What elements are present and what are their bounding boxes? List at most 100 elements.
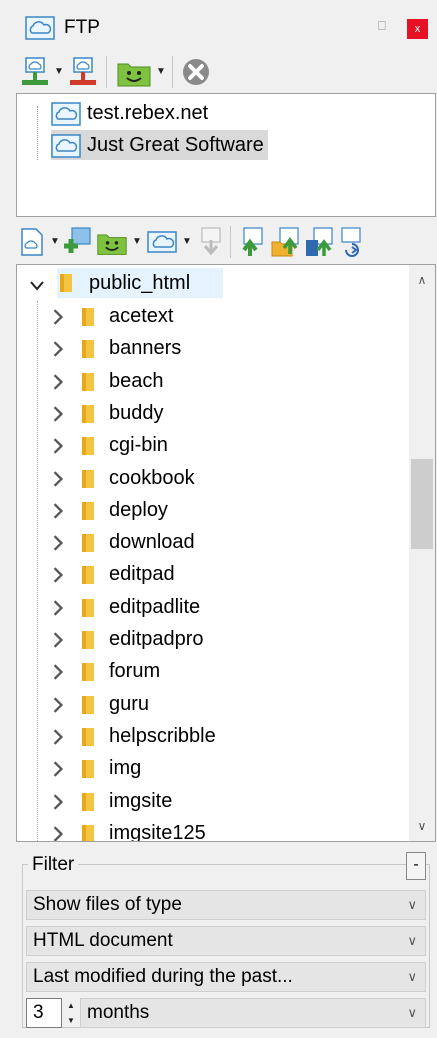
tree-folder-row[interactable]: banners xyxy=(17,333,407,365)
cloud-dropdown-arrow[interactable]: ▼ xyxy=(182,236,192,247)
smiley-icon[interactable] xyxy=(96,226,128,258)
tree-folder-label: imgsite xyxy=(109,789,173,812)
chevron-down-icon: ∨ xyxy=(407,969,417,984)
date-mode-value: Last modified during the past... xyxy=(33,966,293,987)
sync-icon[interactable] xyxy=(338,226,364,258)
disconnect-icon[interactable] xyxy=(68,56,98,88)
download-icon[interactable] xyxy=(198,226,224,258)
tree-folder-row[interactable]: deploy xyxy=(17,495,407,527)
connect-icon[interactable] xyxy=(20,56,50,88)
ftp-site-item[interactable]: test.rebex.net xyxy=(51,98,212,128)
chevron-right-icon[interactable] xyxy=(51,664,65,680)
tree-folder-row[interactable]: imgsite125 xyxy=(17,818,407,842)
chevron-right-icon[interactable] xyxy=(51,567,65,584)
period-stepper[interactable]: ▲ ▼ xyxy=(64,998,78,1028)
upload-folder-icon[interactable] xyxy=(270,226,300,258)
folder-icon xyxy=(82,792,94,811)
chevron-down-icon: ∨ xyxy=(407,933,417,948)
scroll-up-icon[interactable]: ∧ xyxy=(409,269,435,291)
tree-folder-row[interactable]: beach xyxy=(17,366,407,398)
folder-icon xyxy=(82,501,94,520)
tree-folder-row[interactable]: editpadlite xyxy=(17,592,407,624)
folder-icon xyxy=(82,340,94,359)
chevron-right-icon[interactable] xyxy=(51,729,65,745)
chevron-right-icon[interactable] xyxy=(51,696,65,713)
pin-icon[interactable]: ⎕ xyxy=(378,18,386,34)
chevron-down-icon[interactable] xyxy=(30,278,44,294)
connect-dropdown-arrow[interactable]: ▼ xyxy=(54,66,64,77)
close-button[interactable]: x xyxy=(407,19,428,39)
chevron-right-icon[interactable] xyxy=(51,503,65,519)
smiley-dropdown-arrow[interactable]: ▼ xyxy=(156,66,166,77)
chevron-right-icon[interactable] xyxy=(51,632,65,648)
tree-folder-row[interactable]: img xyxy=(17,753,407,785)
tree-folder-row[interactable]: guru xyxy=(17,689,407,721)
tree-folder-row[interactable]: forum xyxy=(17,656,407,688)
folder-icon xyxy=(82,598,94,617)
stop-icon[interactable] xyxy=(180,56,212,88)
ftp-site-label: Just Great Software xyxy=(87,133,264,156)
stepper-down-icon[interactable]: ▼ xyxy=(64,1013,78,1028)
new-folder-icon[interactable] xyxy=(62,226,92,258)
folder-icon xyxy=(82,308,94,326)
file-type-select[interactable]: HTML document ∨ xyxy=(26,926,426,956)
upload-all-icon[interactable] xyxy=(304,226,334,258)
tree-root-row[interactable]: public_html xyxy=(17,268,407,300)
tree-folder-row[interactable]: download xyxy=(17,527,407,559)
folder-icon xyxy=(82,631,94,649)
date-mode-select[interactable]: Last modified during the past... ∨ xyxy=(26,962,426,992)
stepper-up-icon[interactable]: ▲ xyxy=(64,998,78,1013)
tree-folder-row[interactable]: helpscribble xyxy=(17,721,407,753)
chevron-right-icon[interactable] xyxy=(51,438,65,454)
tree-folder-label: helpscribble xyxy=(109,724,216,747)
chevron-down-icon: ∨ xyxy=(407,1005,417,1020)
folder-icon xyxy=(82,663,94,682)
file-type-value: HTML document xyxy=(33,930,173,951)
tree-folder-row[interactable]: buddy xyxy=(17,398,407,430)
toolbar-separator xyxy=(230,226,231,258)
tree-folder-row[interactable]: editpad xyxy=(17,559,407,591)
chevron-right-icon[interactable] xyxy=(51,341,65,357)
cloud-icon[interactable] xyxy=(146,226,178,258)
chevron-right-icon[interactable] xyxy=(51,826,65,842)
tree-folder-label: cgi-bin xyxy=(109,434,168,457)
toolbar-separator xyxy=(172,56,173,88)
tree-folder-label: beach xyxy=(109,369,164,392)
vertical-scrollbar[interactable]: ∧ ∨ xyxy=(409,265,435,841)
tree-folder-label: editpad xyxy=(109,563,175,586)
smiley-dropdown-arrow[interactable]: ▼ xyxy=(132,236,142,247)
folder-icon xyxy=(82,372,94,391)
upload-icon[interactable] xyxy=(238,226,266,258)
chevron-right-icon[interactable] xyxy=(51,600,65,616)
folder-icon xyxy=(82,727,94,746)
tree-folder-row[interactable]: editpadpro xyxy=(17,624,407,656)
tree-folder-row[interactable]: cookbook xyxy=(17,463,407,495)
chevron-right-icon[interactable] xyxy=(51,535,65,551)
chevron-right-icon[interactable] xyxy=(51,793,65,810)
cloud-folder-icon xyxy=(25,16,55,40)
tree-root-label: public_html xyxy=(89,272,191,294)
tree-folder-row[interactable]: acetext xyxy=(17,301,407,333)
file-type-mode-select[interactable]: Show files of type ∨ xyxy=(26,890,426,920)
chevron-right-icon[interactable] xyxy=(51,373,65,390)
period-value-input[interactable]: 3 xyxy=(26,998,62,1028)
tree-folder-label: acetext xyxy=(109,305,174,327)
tree-folder-row[interactable]: imgsite xyxy=(17,786,407,818)
period-unit-value: months xyxy=(87,1002,150,1023)
tree-folder-label: editpadlite xyxy=(109,595,201,618)
ftp-site-item-selected[interactable]: Just Great Software xyxy=(51,130,268,160)
new-file-icon[interactable] xyxy=(18,226,46,258)
file-type-mode-value: Show files of type xyxy=(33,894,182,915)
tree-folder-row[interactable]: cgi-bin xyxy=(17,430,407,462)
tree-folder-label: cookbook xyxy=(109,466,195,489)
scroll-thumb[interactable] xyxy=(411,459,433,549)
scroll-down-icon[interactable]: ∨ xyxy=(409,815,435,837)
chevron-right-icon[interactable] xyxy=(51,470,65,487)
smiley-icon[interactable] xyxy=(116,56,152,88)
new-file-dropdown-arrow[interactable]: ▼ xyxy=(50,236,60,247)
chevron-right-icon[interactable] xyxy=(51,309,65,325)
filter-collapse-button[interactable]: - xyxy=(406,852,426,880)
chevron-right-icon[interactable] xyxy=(51,761,65,777)
period-unit-select[interactable]: months ∨ xyxy=(80,998,426,1028)
chevron-right-icon[interactable] xyxy=(51,406,65,422)
